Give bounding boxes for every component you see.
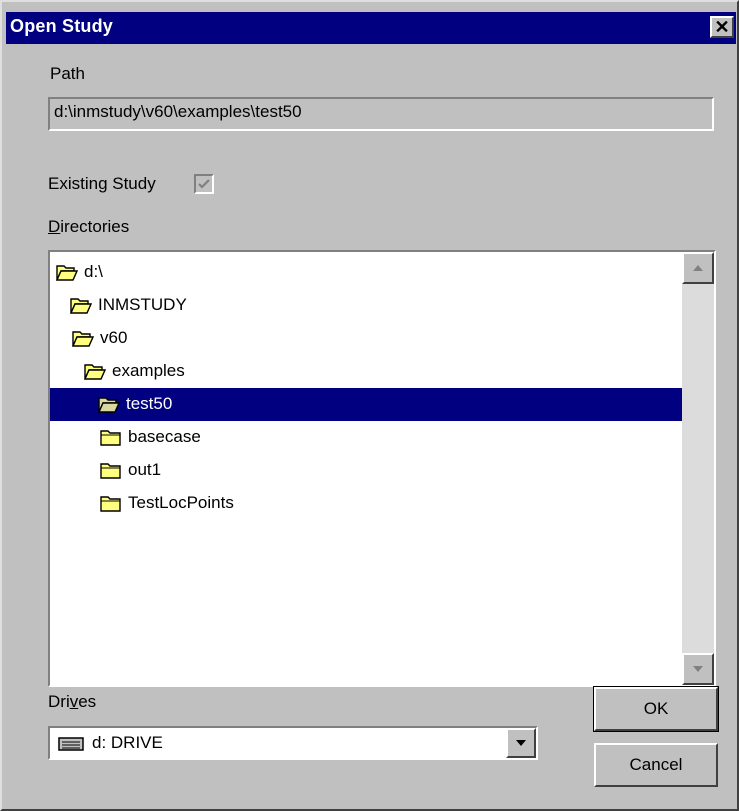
list-item[interactable]: basecase xyxy=(50,421,682,454)
list-item-label: INMSTUDY xyxy=(98,295,187,314)
list-item[interactable]: d:\ xyxy=(50,256,682,289)
list-item-label: d:\ xyxy=(84,262,103,281)
existing-study-label: Existing Study xyxy=(48,174,156,193)
close-button[interactable]: ✕ xyxy=(710,16,734,38)
list-item-label: v60 xyxy=(100,328,128,347)
directories-label: Directories xyxy=(48,217,130,236)
scroll-down-button[interactable] xyxy=(682,653,714,685)
list-item[interactable]: INMSTUDY xyxy=(50,289,682,322)
list-item-label: out1 xyxy=(128,460,162,479)
drives-select[interactable]: d: DRIVE xyxy=(48,726,538,760)
folder-closed-icon xyxy=(100,430,121,446)
checkmark-icon xyxy=(198,179,210,189)
scroll-up-button[interactable] xyxy=(682,252,714,284)
path-field: d:\inmstudy\v60\examples\test50 xyxy=(48,97,714,131)
list-item[interactable]: test50 xyxy=(50,388,682,421)
arrow-up-icon xyxy=(693,265,703,271)
existing-study-checkbox[interactable] xyxy=(194,174,214,194)
ok-button[interactable]: OK xyxy=(593,686,719,732)
list-item[interactable]: v60 xyxy=(50,322,682,355)
list-item[interactable]: examples xyxy=(50,355,682,388)
folder-open-icon xyxy=(84,364,106,380)
list-item-label: basecase xyxy=(128,427,201,446)
arrow-down-icon xyxy=(693,666,703,672)
close-icon: ✕ xyxy=(714,17,730,37)
cancel-button[interactable]: Cancel xyxy=(594,743,718,787)
vertical-scrollbar[interactable] xyxy=(682,252,714,685)
title-bar[interactable]: Open Study ✕ xyxy=(6,12,736,44)
drives-selected-value: d: DRIVE xyxy=(92,733,163,752)
path-label: Path xyxy=(50,64,85,83)
dialog-title: Open Study xyxy=(10,16,114,36)
folder-closed-icon xyxy=(100,463,121,479)
open-study-dialog: Open Study ✕ Path d:\inmstudy\v60\exampl… xyxy=(0,0,739,811)
list-item-label: test50 xyxy=(126,394,173,413)
folder-open-icon xyxy=(98,397,120,413)
list-item[interactable]: TestLocPoints xyxy=(50,487,682,520)
directories-list[interactable]: d:\ INMSTUDY v60 examples test50 basecase out1… xyxy=(48,250,716,687)
folder-open-icon xyxy=(72,331,94,347)
drives-label: Drives xyxy=(48,692,97,711)
drives-dropdown-button[interactable] xyxy=(506,728,536,758)
folder-open-icon xyxy=(70,298,92,314)
folder-open-icon xyxy=(56,265,78,281)
list-item[interactable]: out1 xyxy=(50,454,682,487)
chevron-down-icon xyxy=(516,740,526,746)
folder-closed-icon xyxy=(100,496,121,512)
drive-icon xyxy=(58,737,84,751)
directories-list-items: d:\ INMSTUDY v60 examples test50 basecase out1… xyxy=(50,252,682,685)
list-item-label: TestLocPoints xyxy=(128,493,234,512)
list-item-label: examples xyxy=(112,361,185,380)
